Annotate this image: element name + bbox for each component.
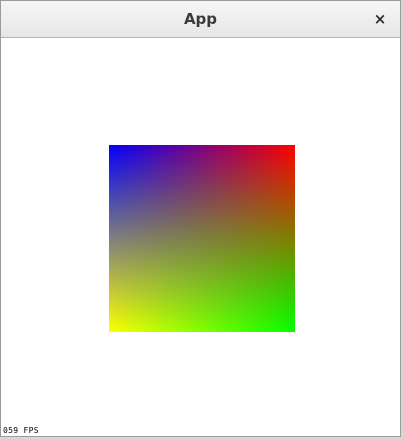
gradient-quad-svg <box>109 145 295 332</box>
app-window: App × 059 FPS <box>0 0 401 437</box>
title-bar[interactable]: App × <box>1 1 400 38</box>
close-icon[interactable]: × <box>370 9 390 29</box>
render-canvas[interactable]: 059 FPS <box>1 38 400 436</box>
gradient-quad <box>109 145 295 332</box>
fps-counter: 059 FPS <box>3 426 39 435</box>
window-title: App <box>183 10 218 28</box>
quad-bottom-layer <box>109 145 295 332</box>
